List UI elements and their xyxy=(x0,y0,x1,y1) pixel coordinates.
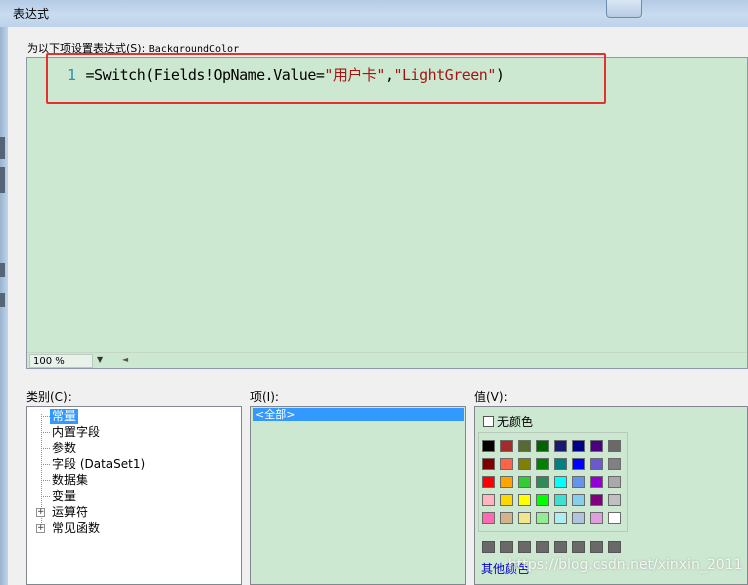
window-left-edge xyxy=(0,27,8,585)
color-swatch[interactable] xyxy=(482,440,495,452)
tree-connector xyxy=(41,464,50,465)
color-swatch[interactable] xyxy=(608,541,621,553)
color-swatch[interactable] xyxy=(500,440,513,452)
color-swatch[interactable] xyxy=(518,512,531,524)
edge-mark xyxy=(0,263,5,277)
color-swatch[interactable] xyxy=(572,494,585,506)
color-swatch[interactable] xyxy=(554,494,567,506)
color-swatch[interactable] xyxy=(482,541,495,553)
zoom-dropdown[interactable]: 100 % xyxy=(29,354,93,368)
color-swatch[interactable] xyxy=(518,458,531,470)
color-swatch[interactable] xyxy=(500,541,513,553)
color-swatch[interactable] xyxy=(554,541,567,553)
color-swatch[interactable] xyxy=(500,512,513,524)
tree-connector xyxy=(41,480,50,481)
color-swatch[interactable] xyxy=(500,494,513,506)
color-swatch[interactable] xyxy=(590,458,603,470)
tree-item-parameters[interactable]: 参数 xyxy=(52,441,76,456)
editor-footer: 100 % ▼ ◄ xyxy=(27,352,747,368)
color-swatch[interactable] xyxy=(536,458,549,470)
color-swatch[interactable] xyxy=(554,458,567,470)
color-swatch[interactable] xyxy=(518,476,531,488)
color-swatch[interactable] xyxy=(608,458,621,470)
window-title: 表达式 xyxy=(13,7,50,21)
no-color-option[interactable]: 无颜色 xyxy=(483,413,533,430)
color-swatch[interactable] xyxy=(536,541,549,553)
tree-item-builtin-fields[interactable]: 内置字段 xyxy=(52,425,100,440)
color-swatch[interactable] xyxy=(518,440,531,452)
close-button[interactable] xyxy=(606,0,642,18)
color-swatch[interactable] xyxy=(482,476,495,488)
color-swatch[interactable] xyxy=(590,494,603,506)
color-swatch[interactable] xyxy=(536,512,549,524)
color-swatch[interactable] xyxy=(590,512,603,524)
chevron-down-icon[interactable]: ▼ xyxy=(97,355,103,364)
color-swatch[interactable] xyxy=(608,512,621,524)
expand-plus-icon[interactable]: + xyxy=(36,508,45,517)
tree-connector xyxy=(41,496,50,497)
annotation-highlight-box xyxy=(46,53,606,104)
color-swatch[interactable] xyxy=(572,476,585,488)
no-color-checkbox[interactable] xyxy=(483,416,494,427)
list-item-all[interactable]: <全部> xyxy=(253,408,464,421)
tree-item-fields[interactable]: 字段 (DataSet1) xyxy=(52,457,145,472)
color-swatch[interactable] xyxy=(518,494,531,506)
title-bar: 表达式 xyxy=(0,0,748,27)
tree-item-operators[interactable]: 运算符 xyxy=(52,505,88,520)
color-swatch[interactable] xyxy=(536,476,549,488)
color-swatch[interactable] xyxy=(608,494,621,506)
color-swatch[interactable] xyxy=(482,512,495,524)
color-swatch[interactable] xyxy=(554,512,567,524)
items-list[interactable] xyxy=(250,406,466,585)
edge-mark xyxy=(0,167,5,193)
values-label: 值(V): xyxy=(474,390,508,404)
zoom-value: 100 % xyxy=(33,356,65,367)
color-swatch[interactable] xyxy=(590,440,603,452)
edge-mark xyxy=(0,137,5,159)
color-swatch[interactable] xyxy=(536,494,549,506)
tree-connector xyxy=(41,432,50,433)
items-label: 项(I): xyxy=(250,390,279,404)
tree-item-datasets[interactable]: 数据集 xyxy=(52,473,88,488)
category-label: 类别(C): xyxy=(26,390,72,404)
color-swatch[interactable] xyxy=(518,541,531,553)
color-swatch[interactable] xyxy=(482,458,495,470)
color-swatch[interactable] xyxy=(608,440,621,452)
color-swatch[interactable] xyxy=(590,541,603,553)
tree-connector xyxy=(41,448,50,449)
color-swatch[interactable] xyxy=(554,440,567,452)
no-color-label: 无颜色 xyxy=(497,415,534,429)
edge-mark xyxy=(0,293,5,307)
scroll-left-icon[interactable]: ◄ xyxy=(122,355,128,364)
color-swatch[interactable] xyxy=(572,541,585,553)
expand-plus-icon[interactable]: + xyxy=(36,524,45,533)
color-swatch[interactable] xyxy=(572,512,585,524)
color-swatch[interactable] xyxy=(608,476,621,488)
color-swatch[interactable] xyxy=(500,476,513,488)
color-swatch[interactable] xyxy=(554,476,567,488)
tree-item-constants[interactable]: 常量 xyxy=(50,409,79,424)
color-swatch[interactable] xyxy=(572,458,585,470)
tree-connector xyxy=(41,416,50,417)
tree-item-variables[interactable]: 变量 xyxy=(52,489,76,504)
watermark-text: https://blog.csdn.net/xinxin_2011 xyxy=(508,557,743,573)
tree-item-common-functions[interactable]: 常见函数 xyxy=(52,521,100,536)
color-swatch[interactable] xyxy=(572,440,585,452)
color-swatch[interactable] xyxy=(500,458,513,470)
color-swatch[interactable] xyxy=(536,440,549,452)
color-swatch[interactable] xyxy=(590,476,603,488)
color-swatch[interactable] xyxy=(482,494,495,506)
